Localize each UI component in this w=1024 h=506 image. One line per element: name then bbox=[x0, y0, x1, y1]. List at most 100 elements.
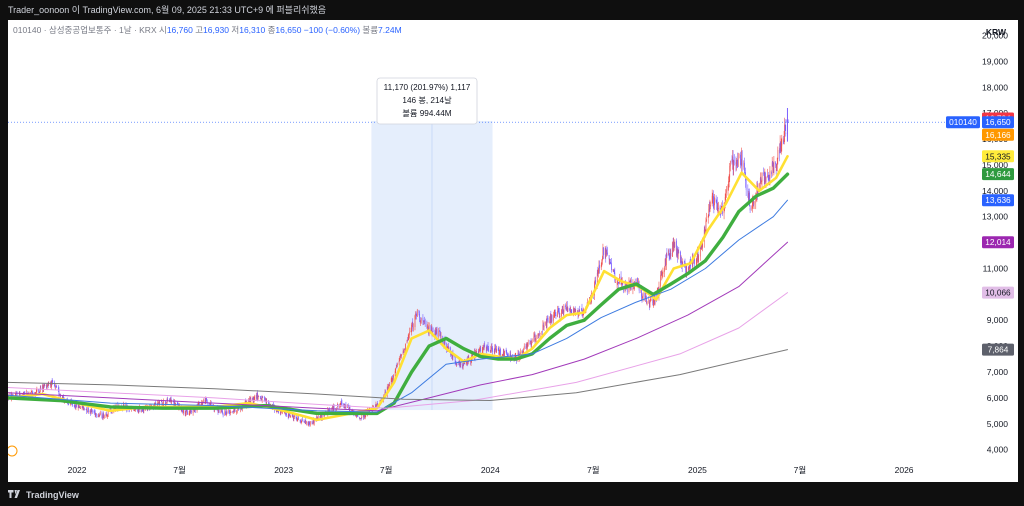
candle-body bbox=[539, 332, 541, 334]
candle-body bbox=[569, 308, 571, 314]
candle-body bbox=[422, 317, 424, 321]
x-tick-label: 2023 bbox=[274, 465, 293, 475]
candle-body bbox=[772, 161, 774, 166]
candle-body bbox=[769, 170, 771, 179]
candle-body bbox=[562, 308, 564, 311]
candle-body bbox=[455, 363, 457, 364]
candle-body bbox=[357, 415, 359, 417]
candle-body bbox=[427, 326, 429, 327]
candle-body bbox=[784, 124, 785, 138]
candle-body bbox=[542, 330, 543, 332]
candle-body bbox=[637, 277, 638, 284]
candle-body bbox=[648, 300, 650, 302]
candle-body bbox=[95, 413, 97, 416]
candle-body bbox=[460, 362, 462, 366]
candle-body bbox=[744, 172, 746, 174]
candle-body bbox=[397, 364, 398, 365]
candle-body bbox=[55, 386, 57, 388]
price-chart[interactable]: 4,0005,0006,0007,0008,0009,00010,00011,0… bbox=[6, 20, 1018, 482]
candle-body bbox=[606, 249, 608, 252]
price-badge-label: 15,335 bbox=[985, 151, 1011, 161]
candle-body bbox=[761, 172, 763, 182]
candle-body bbox=[226, 411, 228, 414]
candle-body bbox=[581, 308, 583, 312]
candle-body bbox=[608, 255, 610, 260]
candle-body bbox=[523, 348, 525, 353]
candle-body bbox=[710, 205, 711, 207]
candle-body bbox=[666, 253, 668, 257]
candle-body bbox=[725, 189, 727, 193]
candle-body bbox=[706, 219, 707, 222]
x-tick-label: 2026 bbox=[895, 465, 914, 475]
chart-frame[interactable]: 4,0005,0006,0007,0008,0009,00010,00011,0… bbox=[6, 20, 1018, 482]
candle-body bbox=[396, 364, 398, 366]
price-badge-label: 12,014 bbox=[985, 237, 1011, 247]
candle-body bbox=[295, 415, 297, 419]
candle-body bbox=[418, 310, 420, 313]
candle-body bbox=[733, 160, 735, 163]
candle-body bbox=[101, 412, 103, 418]
candle-body bbox=[531, 343, 532, 345]
candle-body bbox=[191, 410, 192, 413]
candle-body bbox=[707, 216, 709, 218]
candle-body bbox=[102, 418, 103, 419]
candle-body bbox=[504, 350, 505, 357]
candle-body bbox=[783, 138, 785, 142]
candle-body bbox=[438, 330, 440, 338]
candle-body bbox=[48, 384, 50, 385]
candle-body bbox=[60, 395, 61, 397]
candle-body bbox=[83, 407, 85, 409]
candle-body bbox=[407, 340, 408, 342]
candle-body bbox=[254, 395, 256, 400]
y-tick-label: 4,000 bbox=[987, 445, 1009, 455]
candle-body bbox=[317, 415, 319, 419]
y-tick-label: 13,000 bbox=[982, 212, 1008, 222]
candle-body bbox=[702, 243, 703, 248]
candle-body bbox=[392, 378, 394, 382]
candle-body bbox=[424, 320, 426, 324]
candle-body bbox=[309, 421, 311, 425]
candle-body bbox=[142, 409, 144, 411]
candle-body bbox=[225, 411, 226, 413]
candle-body bbox=[744, 162, 745, 172]
candle-body bbox=[395, 368, 397, 371]
candle-body bbox=[394, 371, 396, 376]
candle-body bbox=[411, 324, 412, 332]
candle-body bbox=[570, 311, 572, 312]
candle-body bbox=[74, 405, 76, 408]
candle-body bbox=[649, 302, 651, 308]
candle-body bbox=[86, 410, 88, 412]
candle-body bbox=[393, 375, 394, 378]
candle-body bbox=[232, 411, 234, 413]
x-tick-label: 7월 bbox=[380, 465, 393, 475]
candle-body bbox=[642, 293, 644, 297]
candle-body bbox=[611, 263, 612, 271]
symbol-legend: 010140 · 삼성중공업보통주 · 1날 · KRX 시16,760 고16… bbox=[13, 25, 402, 35]
candle-body bbox=[668, 249, 670, 257]
symbol-legend-text: 010140 · 삼성중공업보통주 · 1날 · KRX 시16,760 고16… bbox=[13, 25, 402, 35]
candle-body bbox=[486, 346, 488, 350]
candle-body bbox=[527, 342, 528, 348]
candle-body bbox=[747, 190, 749, 193]
candle-body bbox=[484, 344, 485, 347]
candle-body bbox=[91, 410, 93, 412]
candle-body bbox=[68, 403, 69, 405]
candle-body bbox=[377, 403, 378, 404]
candle-body bbox=[440, 336, 442, 337]
candle-body bbox=[712, 193, 714, 203]
candle-body bbox=[686, 266, 688, 273]
y-tick-label: 9,000 bbox=[987, 315, 1009, 325]
candle-body bbox=[335, 409, 337, 411]
candle-body bbox=[705, 220, 707, 231]
candle-body bbox=[222, 413, 224, 416]
candle-body bbox=[725, 194, 727, 197]
candle-body bbox=[660, 274, 662, 287]
candle-body bbox=[142, 410, 144, 412]
candle-body bbox=[187, 411, 188, 415]
candle-body bbox=[398, 360, 400, 365]
candle-body bbox=[777, 150, 779, 160]
candle-body bbox=[534, 333, 536, 341]
candle-body bbox=[699, 246, 701, 257]
tradingview-logo[interactable]: TradingView bbox=[8, 489, 79, 501]
candle-body bbox=[645, 295, 647, 298]
